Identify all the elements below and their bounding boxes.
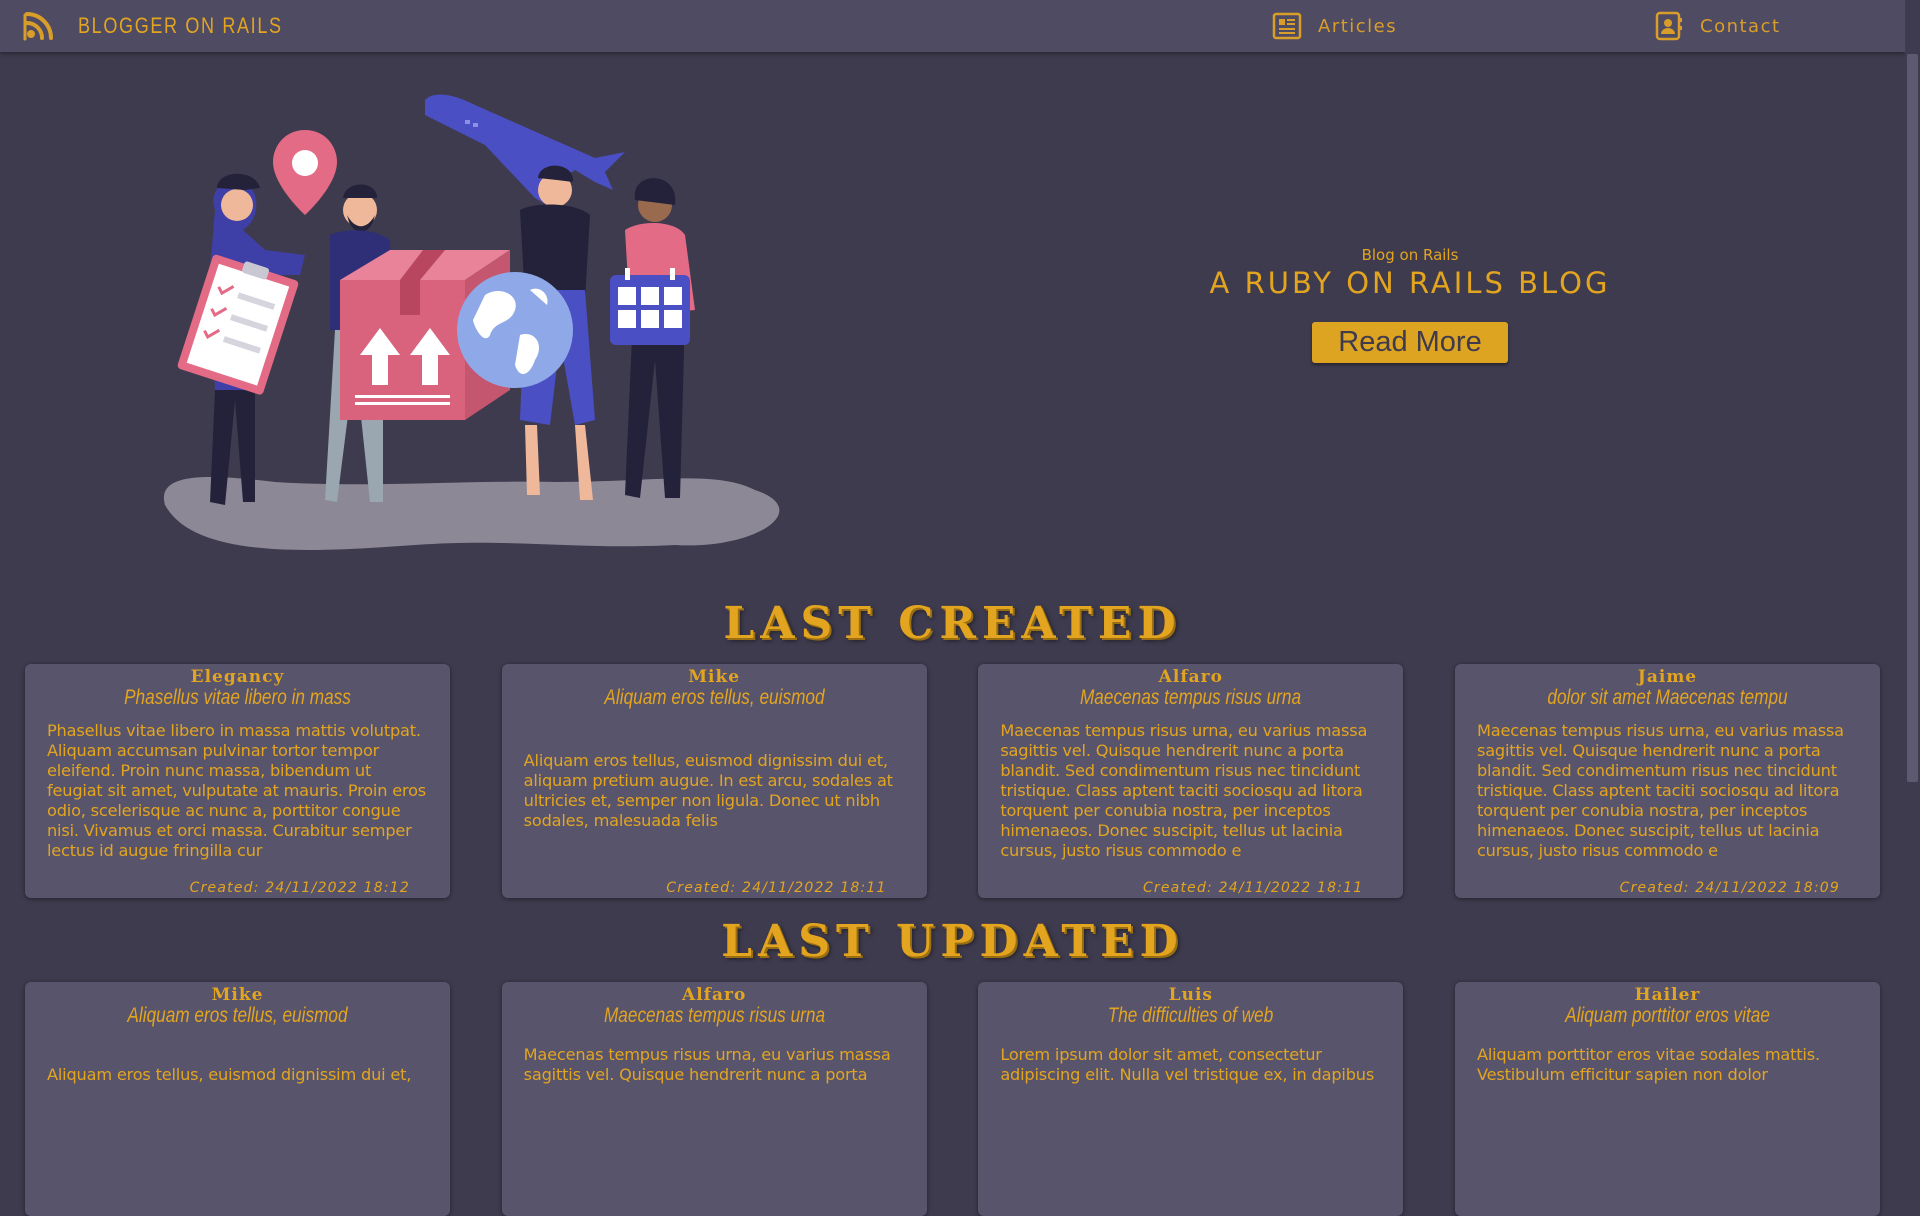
card-body: Maecenas tempus risus urna, eu varius ma…: [523, 1045, 891, 1084]
card-author: Hailer: [1634, 985, 1701, 1005]
article-card[interactable]: Mike Aliquam eros tellus, euismod Aliqua…: [501, 664, 927, 898]
airplane-icon: [425, 94, 625, 210]
card-created-date: Created: 24/11/2022 18:11: [666, 880, 887, 896]
page-scrollbar[interactable]: [1905, 0, 1920, 1080]
card-title: The difficulties of web: [1108, 1004, 1274, 1027]
card-title: Aliquam eros tellus, euismod: [127, 1004, 348, 1027]
hero-banner: Blog on Rails A RUBY ON RAILS BLOG Read …: [1150, 246, 1670, 363]
card-author: Jaime: [1637, 667, 1698, 687]
read-more-button[interactable]: Read More: [1312, 322, 1508, 363]
card-title: Aliquam porttitor eros vitae: [1565, 1004, 1770, 1027]
card-title: Maecenas tempus risus urna: [603, 1004, 825, 1027]
contact-card-icon: [1655, 11, 1682, 41]
card-body: Lorem ipsum dolor sit amet, consectetur …: [1000, 1045, 1375, 1084]
nav-contact-label: Contact: [1700, 15, 1781, 37]
last-updated-cards: Mike Aliquam eros tellus, euismod Aliqua…: [25, 982, 1880, 1216]
card-body: Aliquam porttitor eros vitae sodales mat…: [1476, 1045, 1820, 1084]
hero-kicker: Blog on Rails: [1361, 246, 1459, 264]
newspaper-icon: [1272, 12, 1302, 40]
rss-feed-icon: [23, 12, 53, 41]
article-card[interactable]: Alfaro Maecenas tempus risus urna Maecen…: [501, 982, 927, 1216]
nav-articles-label: Articles: [1318, 15, 1398, 37]
article-card[interactable]: Hailer Aliquam porttitor eros vitae Aliq…: [1454, 982, 1880, 1216]
card-author: Mike: [211, 985, 264, 1005]
card-title: dolor sit amet Maecenas tempu: [1547, 686, 1788, 709]
card-author: Alfaro: [1158, 667, 1223, 687]
nav-articles[interactable]: Articles: [1272, 11, 1397, 41]
card-body: Maecenas tempus risus urna, eu varius ma…: [1000, 721, 1368, 860]
section-title-last-updated: LAST UPDATED: [721, 916, 1184, 967]
scrollbar-thumb[interactable]: [1907, 54, 1918, 782]
card-body: Aliquam eros tellus, euismod dignissim d…: [47, 1065, 412, 1084]
card-created-date: Created: 24/11/2022 18:11: [1142, 880, 1364, 896]
article-card[interactable]: Jaime dolor sit amet Maecenas tempu Maec…: [1454, 664, 1880, 898]
card-body: Aliquam eros tellus, euismod dignissim d…: [523, 751, 893, 830]
nav-contact[interactable]: Contact: [1654, 11, 1781, 41]
map-pin-icon: [273, 130, 337, 215]
card-author: Luis: [1168, 985, 1213, 1005]
article-card[interactable]: Alfaro Maecenas tempus risus urna Maecen…: [978, 664, 1404, 898]
brand-link[interactable]: BLOGGER ON RAILS: [22, 9, 328, 43]
card-body: Maecenas tempus risus urna, eu varius ma…: [1476, 721, 1844, 860]
hero-title: A RUBY ON RAILS BLOG: [1209, 266, 1611, 300]
hero-illustration: [163, 94, 780, 550]
calendar-icon: [610, 268, 690, 345]
card-author: Mike: [688, 667, 741, 687]
card-author: Alfaro: [682, 985, 747, 1005]
card-body: Phasellus vitae libero in massa mattis v…: [47, 721, 427, 860]
top-navbar: BLOGGER ON RAILS Articles Contact: [0, 0, 1905, 52]
card-created-date: Created: 24/11/2022 18:09: [1619, 880, 1840, 896]
article-card[interactable]: Elegancy Phasellus vitae libero in mass …: [25, 664, 450, 898]
card-title: Aliquam eros tellus, euismod: [604, 686, 825, 709]
section-title-last-created: LAST CREATED: [723, 598, 1182, 649]
card-title: Phasellus vitae libero in mass: [124, 686, 351, 709]
card-author: Elegancy: [190, 667, 285, 687]
brand-name: BLOGGER ON RAILS: [78, 13, 283, 38]
last-created-cards: Elegancy Phasellus vitae libero in mass …: [25, 664, 1880, 898]
card-title: Maecenas tempus risus urna: [1080, 686, 1302, 709]
card-created-date: Created: 24/11/2022 18:12: [189, 880, 410, 896]
article-card[interactable]: Mike Aliquam eros tellus, euismod Aliqua…: [25, 982, 450, 1216]
article-card[interactable]: Luis The difficulties of web Lorem ipsum…: [978, 982, 1404, 1216]
